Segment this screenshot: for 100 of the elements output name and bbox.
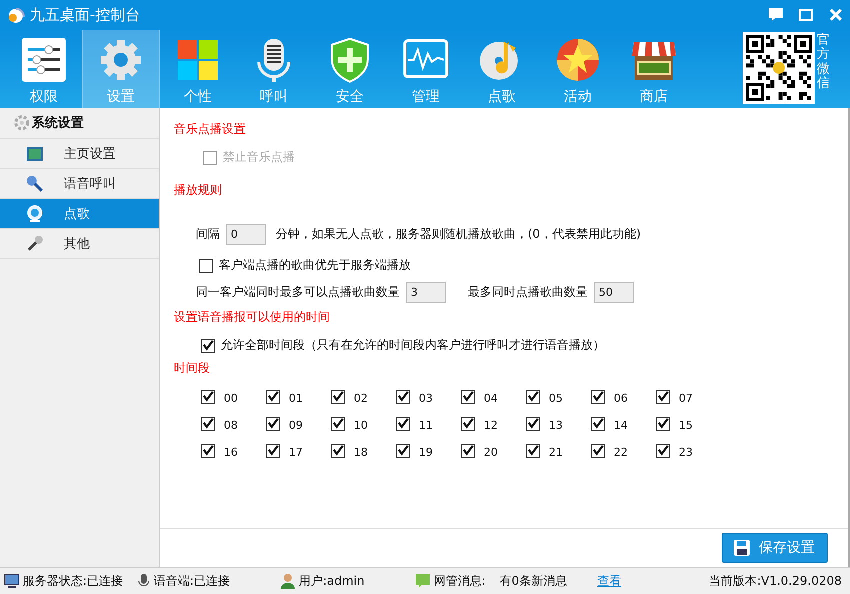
star-badge-icon — [554, 36, 602, 84]
hour-label: 19 — [419, 445, 433, 459]
toolbar-tab[interactable]: 管理 — [388, 30, 464, 108]
interval-label: 间隔 — [196, 226, 220, 243]
webcam-icon — [26, 204, 44, 222]
section-title: 时间段 — [174, 360, 211, 377]
checkbox[interactable] — [526, 416, 540, 430]
checkbox[interactable] — [266, 416, 280, 430]
check-icon — [202, 418, 214, 429]
window-title: 九五桌面-控制台 — [30, 6, 140, 24]
interval-spinbox[interactable]: 0 — [226, 224, 266, 245]
check-icon — [462, 445, 474, 456]
checkbox[interactable] — [396, 390, 410, 404]
hour-label: 21 — [549, 445, 563, 459]
checkbox[interactable] — [656, 390, 670, 404]
monitor-icon — [4, 573, 20, 589]
check-icon — [398, 445, 408, 456]
check-icon — [528, 418, 538, 429]
hour-label: 16 — [224, 445, 238, 459]
checkbox[interactable] — [461, 390, 475, 404]
check-icon — [268, 445, 278, 456]
field-label: 最多同时点播歌曲数量 — [468, 284, 588, 301]
toolbar-tab[interactable]: 权限 — [6, 30, 82, 108]
toolbar-tab[interactable]: 个性 — [160, 30, 236, 108]
sidebar-item[interactable]: 点歌 — [0, 199, 159, 229]
hour-label: 09 — [289, 418, 303, 432]
input-field[interactable]: 3 — [406, 282, 446, 303]
toolbar-tab[interactable]: 呼叫 — [236, 30, 312, 108]
check-icon — [268, 418, 278, 429]
user-name: 用户:admin — [299, 572, 365, 590]
checkbox[interactable] — [201, 338, 215, 352]
toolbar-tab[interactable]: 设置 — [82, 30, 160, 108]
checkbox[interactable] — [396, 444, 410, 458]
checkbox[interactable] — [201, 390, 215, 404]
toolbar-tab[interactable]: 安全 — [312, 30, 388, 108]
checkbox[interactable] — [591, 416, 605, 430]
checkbox[interactable] — [526, 444, 540, 458]
check-icon — [592, 445, 604, 456]
checkbox[interactable] — [461, 444, 475, 458]
hour-label: 22 — [614, 445, 628, 459]
maximize-icon[interactable] — [798, 7, 814, 23]
toolbar-tab[interactable]: 活动 — [540, 30, 616, 108]
checkbox[interactable] — [331, 444, 345, 458]
toolbar-tab[interactable]: 商店 — [616, 30, 692, 108]
checkbox[interactable] — [201, 416, 215, 430]
hour-label: 05 — [549, 391, 563, 405]
checkbox-label: 允许全部时间段（只有在允许的时间段内客户进行呼叫才进行语音播放） — [221, 337, 605, 354]
toolbar-tab[interactable]: 点歌 — [464, 30, 540, 108]
checkbox-label: 禁止音乐点播 — [223, 149, 295, 166]
input-field[interactable]: 50 — [594, 282, 634, 303]
message-label: 网管消息: — [434, 572, 486, 590]
sidebar-item[interactable]: 主页设置 — [0, 139, 159, 169]
message-icon — [414, 573, 431, 589]
checkbox[interactable] — [266, 444, 280, 458]
checkbox[interactable] — [656, 444, 670, 458]
hour-label: 03 — [419, 391, 433, 405]
checkbox-label: 客户端点播的歌曲优先于服务端播放 — [219, 257, 411, 274]
checkbox[interactable] — [331, 390, 345, 404]
checkbox[interactable] — [199, 258, 213, 272]
checkbox[interactable] — [656, 416, 670, 430]
check-icon — [202, 340, 214, 351]
chat-icon[interactable] — [768, 7, 784, 23]
wrench-icon — [26, 234, 44, 252]
hour-label: 18 — [354, 445, 368, 459]
check-icon — [398, 418, 408, 429]
voice-status: 语音端:已连接 — [154, 572, 230, 590]
sliders-icon — [20, 36, 68, 84]
hour-label: 04 — [484, 391, 498, 405]
hour-label: 15 — [679, 418, 693, 432]
app-logo-icon — [6, 5, 26, 25]
checkbox[interactable] — [461, 416, 475, 430]
check-icon — [332, 445, 344, 456]
close-icon[interactable] — [828, 7, 844, 23]
checkbox[interactable] — [266, 390, 280, 404]
check-icon — [658, 418, 668, 429]
hour-label: 00 — [224, 391, 238, 405]
section-title: 播放规则 — [174, 182, 223, 199]
check-icon — [462, 391, 474, 402]
check-icon — [528, 445, 538, 456]
sidebar-item[interactable]: 其他 — [0, 229, 159, 259]
hour-label: 13 — [549, 418, 563, 432]
checkbox[interactable] — [396, 416, 410, 430]
check-icon — [658, 391, 668, 402]
checkbox[interactable] — [526, 390, 540, 404]
checkbox[interactable] — [201, 444, 215, 458]
interval-note: 分钟，如果无人点歌，服务器则随机播放歌曲，(0，代表禁用此功能) — [276, 226, 641, 243]
hour-label: 06 — [614, 391, 628, 405]
checkbox[interactable] — [331, 416, 345, 430]
check-icon — [462, 418, 474, 429]
save-button[interactable]: 保存设置 — [722, 533, 828, 563]
section-title: 音乐点播设置 — [174, 121, 247, 138]
checkbox[interactable] — [591, 444, 605, 458]
check-icon — [592, 391, 604, 402]
field-label: 同一客户端同时最多可以点播歌曲数量 — [196, 284, 400, 301]
checkbox[interactable] — [591, 390, 605, 404]
hour-label: 12 — [484, 418, 498, 432]
view-link[interactable]: 查看 — [597, 572, 622, 590]
hour-label: 02 — [354, 391, 368, 405]
hour-label: 01 — [289, 391, 303, 405]
gear-icon — [14, 115, 30, 131]
